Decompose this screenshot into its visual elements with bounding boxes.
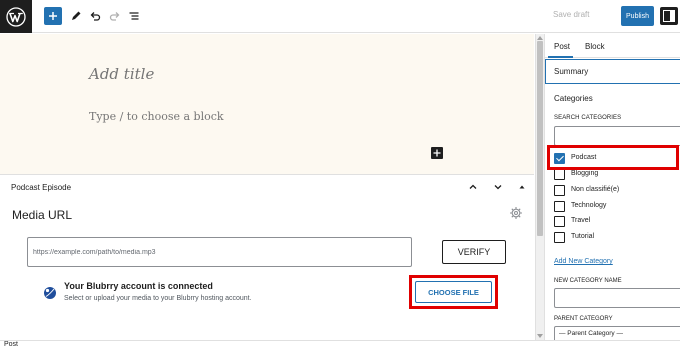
document-overview-button[interactable] — [125, 7, 143, 25]
blubrry-icon — [43, 286, 57, 300]
redo-button[interactable] — [106, 7, 124, 25]
undo-icon — [90, 12, 101, 21]
plus-icon — [433, 149, 441, 157]
summary-panel-toggle[interactable]: Summary — [545, 59, 680, 84]
sidebar-toggle-pane — [670, 10, 675, 22]
scroll-thumb[interactable] — [537, 41, 543, 236]
category-checkbox[interactable] — [554, 201, 565, 212]
summary-label: Summary — [554, 67, 589, 76]
new-category-name-label: NEW CATEGORY NAME — [554, 278, 622, 284]
list-view-icon — [129, 12, 139, 20]
category-label: Blogging — [571, 170, 599, 177]
block-appender[interactable]: Type / to choose a block — [89, 110, 224, 123]
scroll-down-arrow[interactable] — [537, 334, 543, 338]
block-breadcrumb-bar: Post — [0, 340, 680, 349]
category-label: Technology — [571, 202, 607, 209]
category-label: Non classifié(e) — [571, 186, 620, 193]
wordpress-logo-icon[interactable] — [0, 0, 32, 33]
parent-category-select[interactable]: — Parent Category — — [554, 326, 680, 340]
tools-button[interactable] — [67, 7, 85, 25]
scroll-up-arrow[interactable] — [537, 36, 543, 40]
category-label: Tutorial — [571, 233, 595, 240]
account-connected-title: Your Blubrry account is connected — [64, 281, 213, 291]
sidebar-tabs: Post Block — [545, 34, 680, 58]
new-category-name-input[interactable] — [554, 288, 680, 308]
media-url-input[interactable] — [28, 238, 411, 266]
tab-post[interactable]: Post — [554, 42, 570, 51]
media-url-heading: Media URL — [12, 208, 73, 222]
chevron-down-icon — [494, 185, 502, 190]
category-label: Travel — [571, 217, 591, 224]
category-checkbox[interactable] — [554, 185, 565, 196]
categories-heading[interactable]: Categories — [554, 94, 593, 103]
account-connected-subtitle: Select or upload your media to your Blub… — [64, 295, 252, 302]
redo-icon — [109, 12, 120, 21]
publish-button[interactable]: Publish — [621, 6, 654, 26]
chevron-up-icon — [469, 184, 477, 189]
add-block-button[interactable] — [44, 7, 62, 25]
category-checkbox[interactable] — [554, 169, 565, 180]
search-categories-label: SEARCH CATEGORIES — [554, 115, 622, 121]
inline-add-block-button[interactable] — [431, 147, 443, 159]
gear-icon[interactable] — [509, 206, 523, 220]
tab-block[interactable]: Block — [585, 42, 605, 51]
podcast-episode-metabox: Podcast Episode Media URL VERIFY Your — [0, 174, 534, 340]
metabox-header: Podcast Episode — [11, 183, 72, 192]
pencil-icon — [72, 11, 81, 20]
active-tab-indicator — [548, 56, 573, 58]
media-url-field-wrapper — [27, 237, 412, 267]
sidebar-toggle-icon[interactable] — [660, 7, 678, 25]
caret-up-icon — [519, 185, 525, 189]
post-title-input[interactable]: Add title — [89, 65, 154, 83]
verify-button[interactable]: VERIFY — [442, 240, 506, 264]
search-categories-input[interactable] — [554, 126, 680, 146]
plus-icon — [49, 12, 57, 20]
choose-file-button[interactable]: CHOOSE FILE — [415, 281, 492, 303]
move-up-button[interactable] — [466, 180, 480, 194]
editor-toolbar: Save draft Publish — [0, 0, 680, 33]
editor-canvas: Add title Type / to choose a block — [0, 34, 534, 174]
undo-button[interactable] — [86, 7, 104, 25]
move-down-button[interactable] — [491, 180, 505, 194]
save-draft-button[interactable]: Save draft — [553, 10, 589, 19]
parent-category-label: PARENT CATEGORY — [554, 316, 613, 322]
category-checkbox[interactable] — [554, 232, 565, 243]
add-new-category-link[interactable]: Add New Category — [554, 258, 613, 265]
toggle-panel-button[interactable] — [515, 180, 529, 194]
podcast-category-highlight — [547, 145, 679, 170]
category-checkbox[interactable] — [554, 216, 565, 227]
editor-scrollbar[interactable] — [535, 34, 544, 340]
breadcrumb-post[interactable]: Post — [4, 341, 18, 348]
settings-sidebar: Post Block Summary Categories SEARCH CAT… — [544, 34, 680, 340]
